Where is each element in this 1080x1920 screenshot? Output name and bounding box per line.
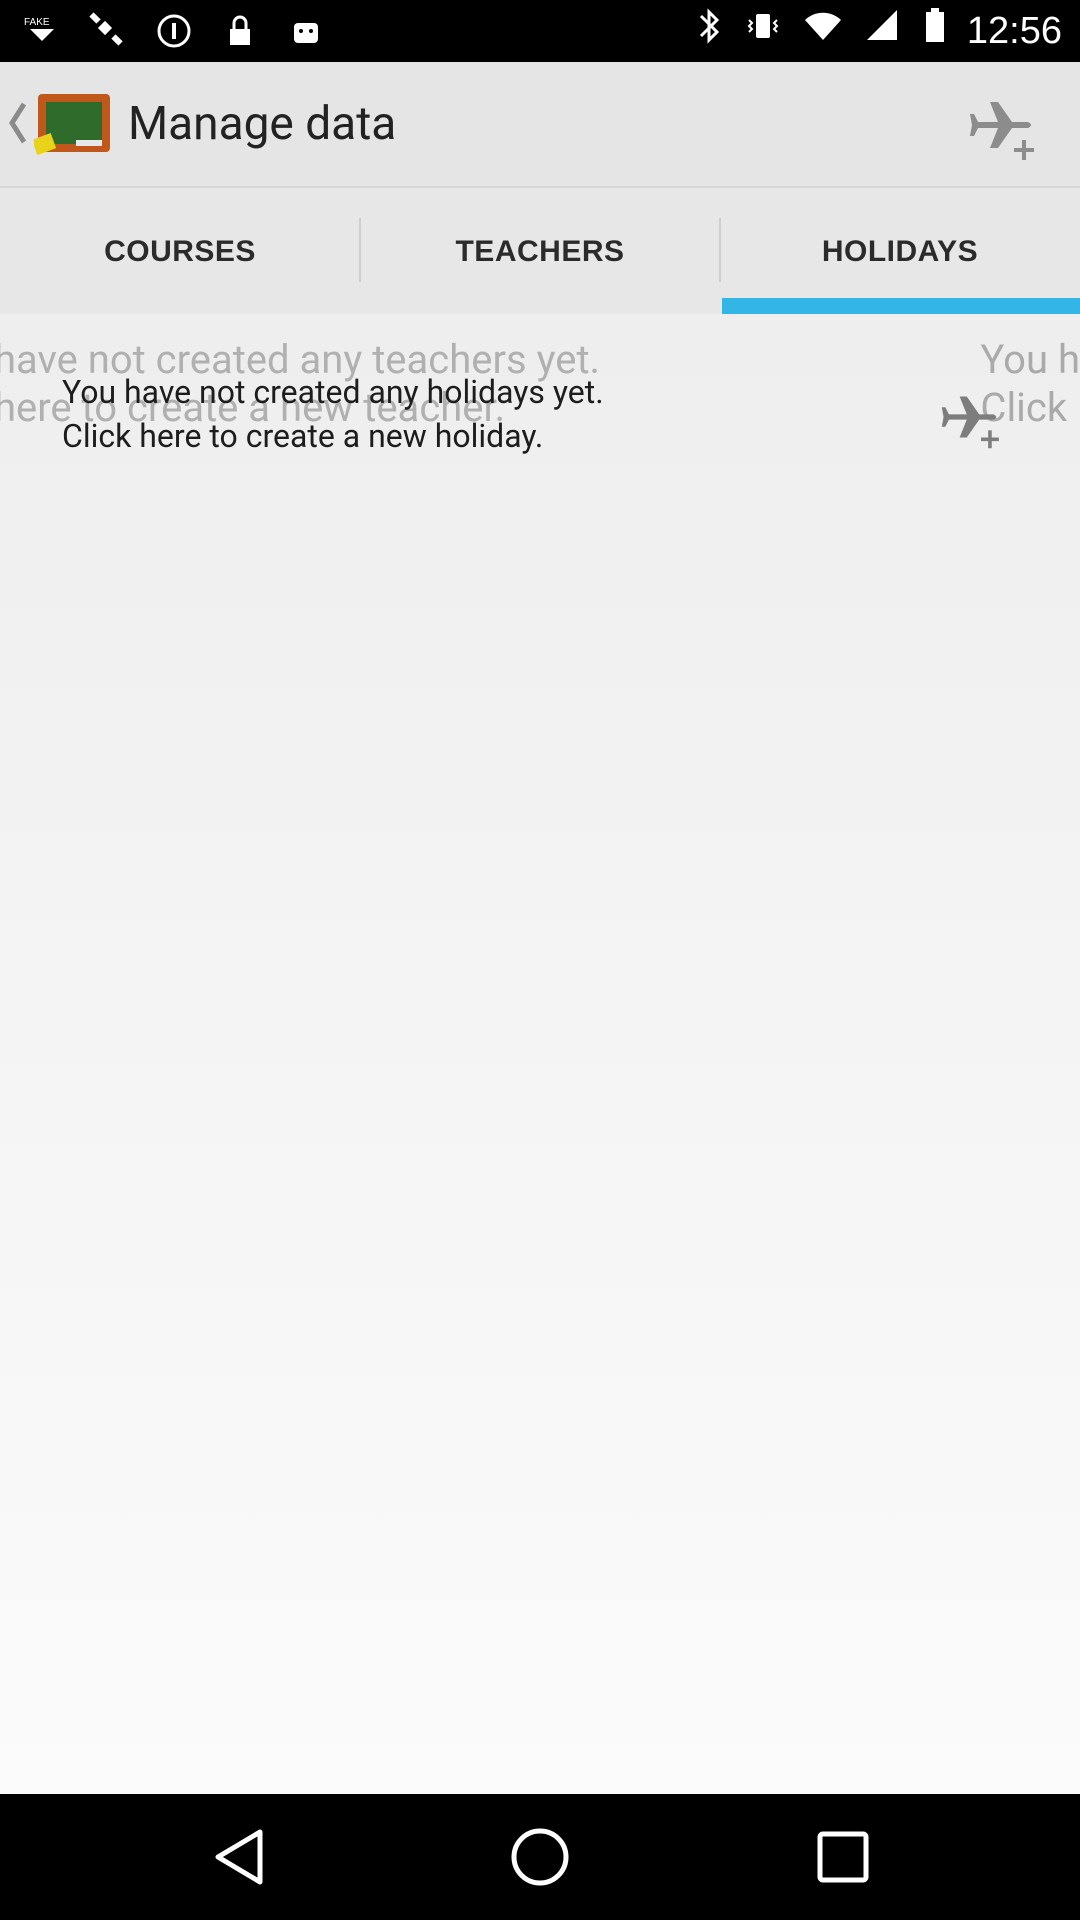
status-left-icons: FAKE [20,8,328,54]
empty-holidays-message[interactable]: You have not created any holidays yet. C… [62,370,782,458]
vibrate-icon [743,6,783,56]
nav-home-button[interactable] [507,1824,573,1890]
selected-tab-indicator [722,298,1080,314]
nav-recents-button[interactable] [810,1824,876,1890]
fake-gps-icon: FAKE [20,9,64,53]
status-bar: FAKE 12:56 [0,0,1080,62]
content-area: have not created any teachers yet. here … [0,314,1080,1794]
battery-icon [923,6,947,56]
satellite-icon [86,9,130,53]
chalkboard-icon[interactable] [31,92,112,158]
nav-back-button[interactable] [208,1824,274,1890]
navigation-bar [0,1794,1080,1920]
empty-message-line2: Click here to create a new holiday. [62,417,544,455]
action-bar: Manage data [0,62,1080,186]
lock-icon [218,9,262,53]
home-circle-icon [511,1828,569,1886]
svg-text:FAKE: FAKE [24,17,50,28]
info-icon [152,9,196,53]
add-holiday-plane-icon[interactable] [968,88,1042,162]
tab-courses[interactable]: COURSES [0,188,360,316]
back-triangle-icon [215,1829,263,1885]
android-icon [284,9,328,53]
tab-holidays[interactable]: HOLIDAYS [720,188,1080,316]
status-right-icons: 12:56 [695,0,1062,62]
recents-square-icon [817,1831,869,1883]
chevron-left-icon[interactable] [6,98,30,148]
signal-icon [863,6,903,56]
bluetooth-icon [695,6,723,56]
ghost-next-line1: You h [980,336,1080,383]
empty-message-line1: You have not created any holidays yet. [62,373,604,411]
status-time: 12:56 [966,9,1062,52]
tab-bar: COURSES TEACHERS HOLIDAYS [0,186,1080,314]
page-title: Manage data [128,97,397,151]
add-holiday-plane-icon[interactable] [940,384,1006,450]
tab-teachers[interactable]: TEACHERS [360,188,720,316]
wifi-icon [803,6,843,56]
